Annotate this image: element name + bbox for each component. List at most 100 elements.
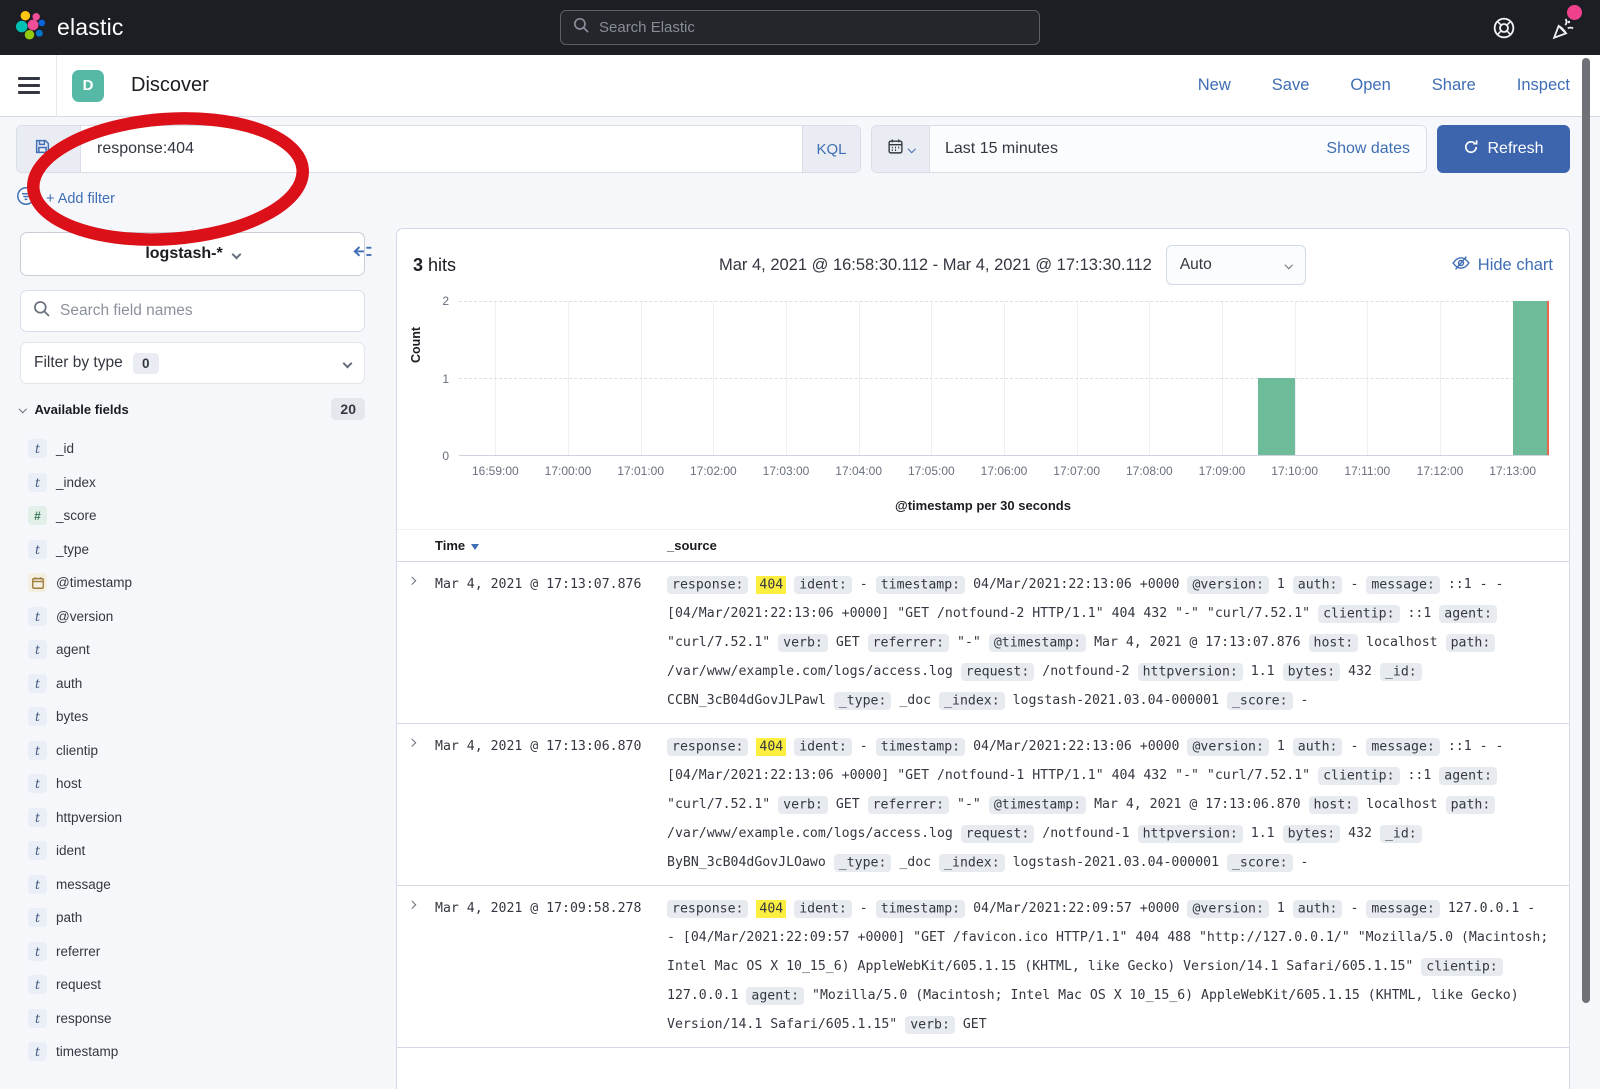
text-field-icon: t [28, 640, 47, 659]
field-key-badge: @version: [1187, 900, 1268, 918]
share-button[interactable]: Share [1432, 76, 1476, 95]
time-range-display[interactable]: Last 15 minutes [930, 140, 1326, 158]
help-icon[interactable] [1492, 16, 1516, 40]
field-list-item[interactable]: t_index [28, 466, 365, 500]
histogram-bar[interactable] [1258, 378, 1294, 455]
field-value: - [1301, 693, 1309, 708]
field-value: - [1301, 855, 1309, 870]
field-list-item[interactable]: tagent [28, 633, 365, 667]
expand-row-button[interactable] [397, 570, 427, 715]
index-pattern-select[interactable]: logstash-* [20, 232, 365, 276]
filter-by-type-select[interactable]: Filter by type 0 [20, 342, 365, 384]
global-search[interactable] [560, 10, 1040, 45]
x-tick-label: 17:09:00 [1199, 464, 1246, 478]
x-tick-label: 17:11:00 [1344, 464, 1390, 478]
field-key-badge: auth: [1293, 576, 1343, 594]
field-list-item[interactable]: #_score [28, 499, 365, 533]
field-value: 04/Mar/2021:22:09:57 +0000 [973, 901, 1179, 916]
field-search-input[interactable] [60, 302, 352, 320]
field-list-item[interactable]: t@version [28, 600, 365, 634]
text-field-icon: t [28, 774, 47, 793]
date-quick-select-button[interactable] [872, 126, 930, 172]
field-name: bytes [56, 709, 88, 724]
expand-row-button[interactable] [397, 732, 427, 877]
refresh-button[interactable]: Refresh [1437, 125, 1570, 173]
source-column-label: _source [667, 538, 717, 553]
field-name: path [56, 910, 82, 925]
save-button[interactable]: Save [1272, 76, 1310, 95]
field-value: /notfound-2 [1042, 664, 1129, 679]
filter-bar: + Add filter [16, 186, 115, 211]
chevron-down-icon [343, 358, 353, 368]
text-field-icon: t [28, 808, 47, 827]
field-name: _index [56, 475, 96, 490]
field-value: ::1 [1407, 606, 1431, 621]
field-value: 127.0.0.1 [667, 988, 738, 1003]
elastic-logo[interactable]: elastic [14, 9, 124, 47]
field-value: 1 [1277, 901, 1285, 916]
field-list-item[interactable]: tident [28, 834, 365, 868]
index-pattern-label: logstash-* [145, 245, 222, 263]
field-list-item[interactable]: tresponse [28, 1002, 365, 1036]
field-value: - [860, 901, 868, 916]
histogram-chart: Count 012 16:59:0017:00:0017:01:0017:02:… [413, 293, 1553, 525]
field-list-item[interactable]: tmessage [28, 868, 365, 902]
field-list-item[interactable]: t_id [28, 432, 365, 466]
field-list-item[interactable]: ttimestamp [28, 1035, 365, 1069]
text-field-icon: t [28, 975, 47, 994]
field-value: 1.1 [1251, 826, 1275, 841]
query-language-button[interactable]: KQL [802, 126, 860, 172]
table-row: Mar 4, 2021 @ 17:13:06.870response: 404 … [397, 724, 1569, 886]
show-dates-button[interactable]: Show dates [1326, 140, 1426, 158]
field-key-badge: _id: [1380, 825, 1422, 843]
menu-icon[interactable] [18, 73, 40, 98]
field-list-item[interactable]: treferrer [28, 935, 365, 969]
x-tick-label: 16:59:00 [472, 464, 519, 478]
available-fields-accordion[interactable]: Available fields 20 [20, 398, 365, 420]
field-list-item[interactable]: thttpversion [28, 801, 365, 835]
query-input[interactable] [81, 126, 802, 172]
x-tick-label: 17:03:00 [763, 464, 810, 478]
field-list-item[interactable]: t_type [28, 533, 365, 567]
field-value: - [1350, 901, 1358, 916]
field-list-item[interactable]: tauth [28, 667, 365, 701]
open-button[interactable]: Open [1350, 76, 1390, 95]
documents-table: Time _source Mar 4, 2021 @ 17:13:07.876r… [397, 529, 1569, 1048]
eye-slash-icon [1452, 254, 1470, 277]
doc-table-body: Mar 4, 2021 @ 17:13:07.876response: 404 … [397, 562, 1569, 1048]
doc-timestamp: Mar 4, 2021 @ 17:09:58.278 [427, 894, 667, 1039]
text-field-icon: t [28, 439, 47, 458]
expand-row-button[interactable] [397, 894, 427, 1039]
field-name: _score [56, 508, 97, 523]
x-tick-label: 17:05:00 [908, 464, 955, 478]
global-search-input[interactable] [599, 19, 1027, 36]
new-button[interactable]: New [1198, 76, 1231, 95]
interval-select[interactable]: Auto [1166, 245, 1306, 285]
field-key-badge: verb: [905, 1016, 955, 1034]
saved-query-menu-button[interactable] [17, 126, 81, 172]
time-column-header[interactable]: Time [427, 538, 667, 553]
text-field-icon: t [28, 875, 47, 894]
inspect-button[interactable]: Inspect [1517, 76, 1570, 95]
collapse-sidebar-icon[interactable] [352, 242, 372, 262]
discover-breadcrumb-badge[interactable]: D [72, 70, 104, 102]
field-key-badge: @version: [1187, 576, 1268, 594]
field-list-item[interactable]: @timestamp [28, 566, 365, 600]
field-list-item[interactable]: tbytes [28, 700, 365, 734]
field-list-item[interactable]: thost [28, 767, 365, 801]
chart-y-axis: 012 [413, 301, 459, 456]
field-list-item[interactable]: trequest [28, 968, 365, 1002]
page-scrollbar[interactable] [1582, 58, 1590, 1003]
add-filter-button[interactable]: + Add filter [46, 191, 115, 207]
field-list: t_idt_index#_scoret_type@timestampt@vers… [28, 432, 365, 1069]
histogram-bar[interactable] [1513, 301, 1549, 455]
field-value: localhost [1366, 635, 1437, 650]
available-fields-label: Available fields [35, 402, 129, 417]
field-list-item[interactable]: tpath [28, 901, 365, 935]
field-list-item[interactable]: tclientip [28, 734, 365, 768]
field-key-badge: agent: [746, 987, 804, 1005]
hide-chart-button[interactable]: Hide chart [1452, 254, 1553, 277]
date-picker-group: Last 15 minutes Show dates [871, 125, 1427, 173]
filter-icon[interactable] [16, 186, 36, 211]
field-value: /var/www/example.com/logs/access.log [667, 664, 953, 679]
